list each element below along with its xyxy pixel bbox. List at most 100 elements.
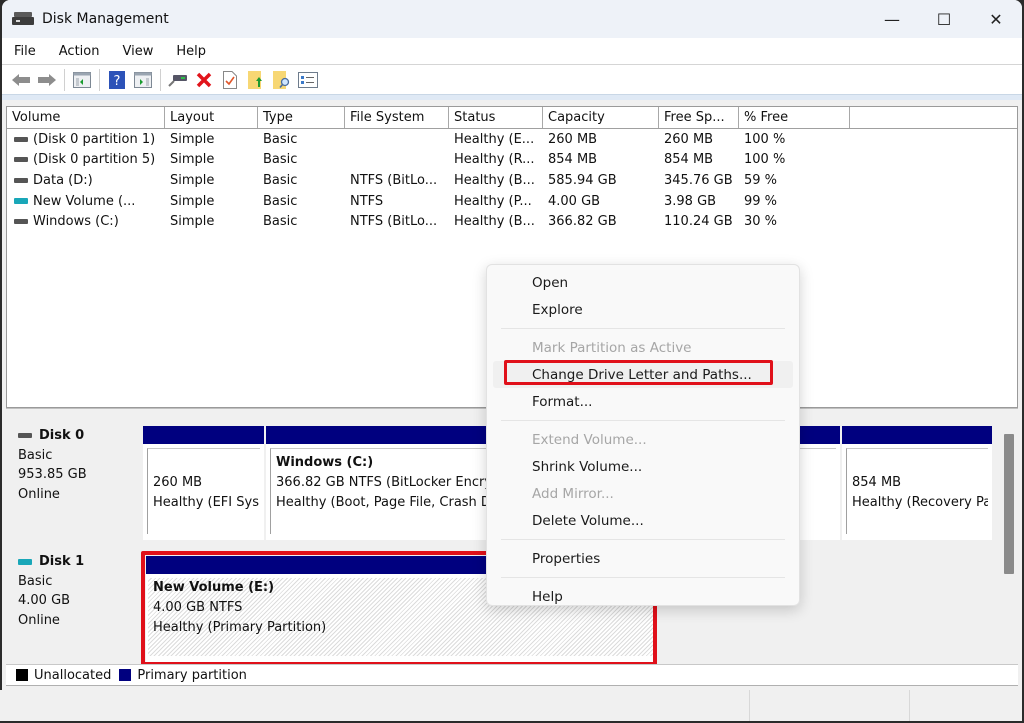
cell-layout: Simple: [170, 193, 215, 209]
volume-row[interactable]: (Disk 0 partition 5) Simple Basic Healthy (…: [7, 150, 1017, 171]
menu-view[interactable]: View: [110, 44, 164, 59]
help-button[interactable]: ?: [106, 69, 128, 91]
menu-item-properties[interactable]: Properties: [487, 545, 799, 572]
menu-item-help[interactable]: Help: [487, 583, 799, 610]
cell-file-system: NTFS (BitLo...: [350, 214, 438, 230]
toolbar-separator: [99, 68, 100, 91]
delete-button[interactable]: [193, 69, 215, 91]
legend-unallocated: Unallocated: [34, 667, 112, 683]
menu-action[interactable]: Action: [47, 44, 111, 59]
scrollbar-thumb[interactable]: [1004, 434, 1014, 574]
partition-disk0-p1[interactable]: 260 MB Healthy (EFI Sys: [143, 426, 264, 540]
folder-search-icon: [273, 70, 290, 89]
partition-recovery[interactable]: 854 MB Healthy (Recovery Pa: [842, 426, 992, 540]
cell-percent-free: 99 %: [744, 193, 778, 209]
disk-1-size: 4.00 GB: [18, 593, 71, 608]
cell-capacity: 4.00 GB: [548, 193, 601, 209]
cell-free-space: 345.76 GB: [664, 172, 733, 188]
back-button[interactable]: [10, 69, 32, 91]
toolbar: ?: [2, 65, 1022, 95]
volume-row[interactable]: Data (D:) Simple Basic NTFS (BitLo... Health…: [7, 170, 1017, 191]
column-header-layout[interactable]: Layout: [165, 107, 258, 128]
menu-item-explore[interactable]: Explore: [487, 296, 799, 323]
show-hide-action-pane-button[interactable]: [132, 69, 154, 91]
cell-file-system: NTFS: [350, 193, 384, 209]
menu-separator: [501, 577, 785, 578]
cell-free-space: 854 MB: [664, 152, 714, 168]
column-header-free-space[interactable]: Free Sp...: [659, 107, 739, 128]
cell-layout: Simple: [170, 214, 215, 230]
cell-free-space: 3.98 GB: [664, 193, 717, 209]
disk-pane-scrollbar[interactable]: [1002, 416, 1016, 664]
column-header-capacity[interactable]: Capacity: [543, 107, 659, 128]
menu-file[interactable]: File: [2, 44, 47, 59]
disk-1-state: Online: [18, 612, 60, 628]
cell-percent-free: 59 %: [744, 172, 778, 188]
hard-disk-icon: [14, 157, 28, 163]
disk-0-kind: Basic: [18, 447, 53, 463]
forward-icon: [38, 73, 56, 86]
menu-item-open[interactable]: Open: [487, 269, 799, 296]
disk-1-name: Disk 1: [39, 554, 85, 569]
checklist-icon: [223, 70, 237, 89]
column-header-volume[interactable]: Volume: [7, 107, 165, 128]
disk-0-name: Disk 0: [39, 428, 85, 443]
connect-drive-button[interactable]: [167, 69, 189, 91]
primary-partition-bar: [143, 426, 264, 444]
folder-up-button[interactable]: [245, 69, 267, 91]
properties-list-icon: [298, 71, 318, 88]
usb-drive-icon: [14, 198, 28, 205]
column-header-status[interactable]: Status: [449, 107, 543, 128]
menu-help[interactable]: Help: [164, 44, 217, 59]
volume-name: New Volume (...: [33, 193, 136, 209]
menu-separator: [501, 539, 785, 540]
maximize-button[interactable]: ☐: [918, 0, 970, 38]
column-header-percent-free[interactable]: % Free: [739, 107, 850, 128]
folder-search-button[interactable]: [271, 69, 293, 91]
column-header-filler: [850, 107, 1017, 128]
partition-status: Healthy (EFI Sys: [153, 495, 259, 510]
volume-name: Data (D:): [33, 172, 93, 188]
cell-type: Basic: [263, 214, 298, 230]
volume-row[interactable]: Windows (C:) Simple Basic NTFS (BitLo... Hea…: [7, 211, 1017, 232]
disk-1-label[interactable]: Disk 1 Basic 4.00 GB Online: [10, 546, 138, 664]
disk-0-label[interactable]: Disk 0 Basic 953.85 GB Online: [10, 420, 138, 540]
forward-button[interactable]: [36, 69, 58, 91]
menu-separator: [501, 328, 785, 329]
partition-status: Healthy (Recovery Pa: [852, 495, 988, 510]
column-header-type[interactable]: Type: [258, 107, 345, 128]
cell-status: Healthy (B...: [454, 214, 535, 230]
svg-text:?: ?: [114, 74, 121, 89]
cell-percent-free: 100 %: [744, 152, 786, 168]
cell-type: Basic: [263, 172, 298, 188]
cell-percent-free: 30 %: [744, 214, 778, 230]
column-header-file-system[interactable]: File System: [345, 107, 449, 128]
volume-name: (Disk 0 partition 5): [33, 152, 156, 168]
hard-disk-icon: [14, 177, 28, 183]
close-button[interactable]: ✕: [970, 0, 1022, 38]
menu-bar: File Action View Help: [2, 38, 1022, 65]
minimize-button[interactable]: —: [866, 0, 918, 38]
volume-row[interactable]: New Volume (... Simple Basic NTFS Healthy (P…: [7, 191, 1017, 212]
window-title: Disk Management: [42, 11, 169, 27]
menu-item-format[interactable]: Format...: [487, 388, 799, 415]
properties-list-button[interactable]: [297, 69, 319, 91]
volume-row[interactable]: (Disk 0 partition 1) Simple Basic Healthy (…: [7, 129, 1017, 150]
show-hide-console-tree-button[interactable]: [71, 69, 93, 91]
cell-capacity: 854 MB: [548, 152, 598, 168]
cell-volume: New Volume (...: [7, 194, 165, 209]
connect-drive-icon: [168, 74, 187, 87]
menu-item-mark-partition-as-active: Mark Partition as Active: [532, 339, 692, 356]
title-bar: Disk Management — ☐ ✕: [2, 0, 1022, 38]
partition-size: 854 MB: [852, 475, 902, 490]
disk-management-app-icon: [12, 11, 34, 27]
partition-size: 260 MB: [153, 475, 203, 490]
menu-item-shrink-volume[interactable]: Shrink Volume...: [487, 453, 799, 480]
menu-item-extend-volume: Extend Volume...: [532, 431, 647, 448]
menu-item-delete-volume[interactable]: Delete Volume...: [487, 507, 799, 534]
cell-file-system: NTFS (BitLo...: [350, 172, 438, 188]
disk-1-kind: Basic: [18, 573, 53, 589]
cell-percent-free: 100 %: [744, 131, 786, 147]
checklist-button[interactable]: [219, 69, 241, 91]
cell-status: Healthy (P...: [454, 193, 532, 209]
